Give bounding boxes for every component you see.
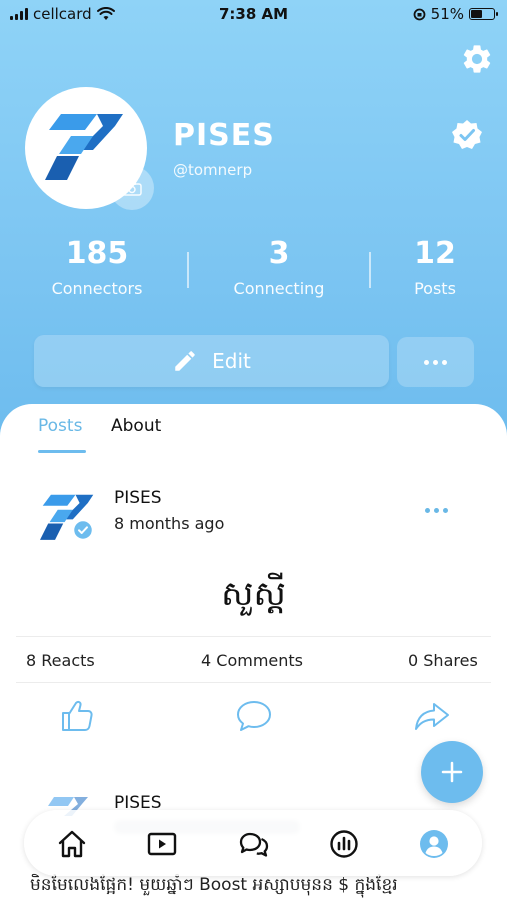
tab-posts[interactable]: Posts bbox=[38, 416, 82, 436]
stat-divider bbox=[187, 252, 189, 288]
stat-connecting[interactable]: 3 Connecting bbox=[219, 236, 339, 298]
stat-value: 3 bbox=[268, 236, 290, 271]
profile-icon bbox=[420, 830, 448, 858]
comment-button[interactable] bbox=[234, 696, 274, 736]
post-text: មិនមែលេងផ្អែក! មួយឆ្នាំៗ Boost អស្សាបមុន… bbox=[30, 875, 398, 895]
nav-messages[interactable] bbox=[238, 828, 270, 860]
battery-percent: 51% bbox=[430, 5, 464, 23]
comment-icon bbox=[237, 701, 271, 731]
home-icon bbox=[58, 830, 86, 858]
post-timestamp: 8 months ago bbox=[114, 514, 225, 533]
pencil-icon bbox=[175, 351, 195, 371]
stat-value: 185 bbox=[65, 236, 129, 271]
stat-label: Posts bbox=[414, 279, 456, 298]
nav-home[interactable] bbox=[56, 828, 88, 860]
camera-icon bbox=[122, 181, 142, 196]
create-post-button[interactable] bbox=[421, 741, 483, 803]
profile-stats: 185 Connectors 3 Connecting 12 Posts bbox=[0, 236, 507, 316]
profile-handle: @tomnerp bbox=[173, 161, 253, 179]
bottom-navigation bbox=[24, 810, 482, 876]
shares-count[interactable]: 0 Shares bbox=[408, 651, 478, 670]
nav-videos[interactable] bbox=[146, 828, 178, 860]
settings-button[interactable] bbox=[460, 42, 494, 76]
more-icon bbox=[424, 359, 447, 365]
active-tab-indicator bbox=[38, 450, 86, 453]
divider bbox=[16, 682, 491, 683]
post-author-name[interactable]: PISES bbox=[114, 488, 162, 508]
share-icon bbox=[415, 703, 449, 730]
change-photo-button[interactable] bbox=[110, 166, 154, 210]
chat-icon bbox=[239, 832, 269, 857]
profile-more-button[interactable] bbox=[397, 337, 474, 387]
stat-value: 12 bbox=[414, 236, 456, 271]
stats-icon bbox=[330, 830, 358, 858]
nav-stats[interactable] bbox=[328, 828, 360, 860]
video-icon bbox=[147, 832, 177, 856]
profile-name: PISES bbox=[173, 118, 275, 153]
comments-count[interactable]: 4 Comments bbox=[201, 651, 303, 670]
stat-divider bbox=[369, 252, 371, 288]
stat-label: Connecting bbox=[233, 279, 325, 298]
nav-profile[interactable] bbox=[418, 828, 450, 860]
divider bbox=[16, 636, 491, 637]
stat-connectors[interactable]: 185 Connectors bbox=[37, 236, 157, 298]
status-bar: cellcard 7:38 AM 51% bbox=[0, 0, 507, 30]
share-button[interactable] bbox=[412, 696, 452, 736]
stat-posts[interactable]: 12 Posts bbox=[395, 236, 475, 298]
battery-icon bbox=[469, 8, 498, 20]
edit-label: Edit bbox=[212, 349, 251, 373]
reacts-count[interactable]: 8 Reacts bbox=[26, 651, 95, 670]
verified-badge-icon bbox=[73, 520, 93, 540]
more-icon bbox=[424, 507, 448, 513]
like-button[interactable] bbox=[57, 696, 97, 736]
plus-icon bbox=[441, 761, 463, 783]
tab-about[interactable]: About bbox=[111, 416, 161, 436]
post-more-button[interactable] bbox=[416, 500, 456, 520]
verified-badge-icon bbox=[452, 120, 482, 149]
edit-profile-button[interactable]: Edit bbox=[34, 335, 389, 387]
stat-label: Connectors bbox=[51, 279, 143, 298]
orientation-lock-icon bbox=[413, 8, 426, 20]
gear-icon bbox=[463, 45, 491, 73]
post-text: សួស្តី bbox=[221, 574, 286, 614]
thumbs-up-icon bbox=[62, 700, 93, 731]
